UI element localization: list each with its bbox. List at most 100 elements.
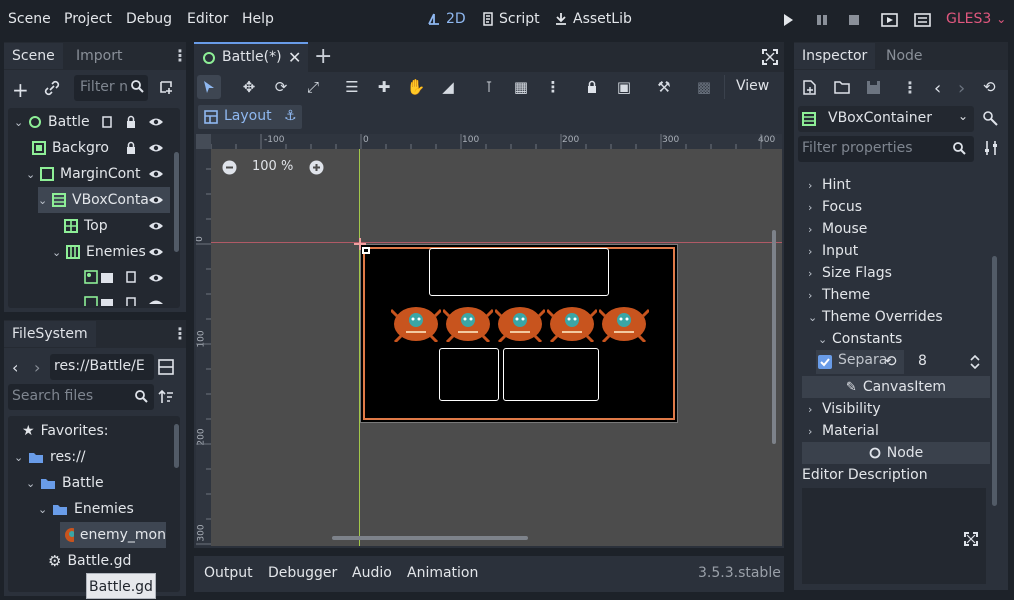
layout-button[interactable]: Layout ⚓ [198, 105, 302, 129]
section-input[interactable]: › Input [808, 240, 858, 262]
tab-output[interactable]: Output [204, 565, 253, 581]
play-custom-scene-icon[interactable] [914, 12, 931, 28]
spinbox-arrows-icon[interactable] [970, 355, 980, 369]
camera-icon[interactable]: ▩ [692, 75, 716, 99]
tab-node[interactable]: Node [878, 43, 931, 69]
node-config-icon[interactable] [982, 110, 998, 126]
viewport-horizontal-scrollbar[interactable] [332, 536, 528, 540]
visibility-eye-icon[interactable] [148, 271, 164, 285]
split-view-icon[interactable] [158, 359, 174, 375]
grid-snap-icon[interactable]: ▦ [509, 75, 533, 99]
select-mode-icon[interactable] [197, 75, 221, 99]
folder-enemies[interactable]: ⌄ Enemies [38, 496, 134, 522]
file-battle-gd[interactable]: ⚙ Battle.gd [48, 548, 131, 574]
list-select-icon[interactable]: ☰ [340, 75, 364, 99]
section-focus[interactable]: › Focus [808, 196, 862, 218]
history-forward-icon[interactable]: › [958, 78, 965, 99]
expand-icon[interactable] [964, 532, 978, 546]
favorites-item[interactable]: ★ Favorites: [22, 418, 109, 444]
tree-node-margincontainer[interactable]: ⌄ MarginCont [26, 161, 141, 187]
sprite-node-icon[interactable] [84, 296, 98, 306]
section-theme-overrides[interactable]: ⌄ Theme Overrides [808, 306, 943, 328]
snap-options-icon[interactable]: ⋮ [541, 75, 565, 99]
tab-scene[interactable]: Scene [4, 43, 63, 69]
menu-project[interactable]: Project [64, 11, 112, 27]
visibility-eye-icon[interactable] [148, 193, 164, 207]
canvasitem-category[interactable]: ✎ CanvasItem [802, 376, 990, 398]
zoom-in-icon[interactable] [309, 160, 324, 175]
section-size-flags[interactable]: › Size Flags [808, 262, 892, 284]
instance-scene-icon[interactable] [158, 79, 174, 95]
ruler-icon[interactable]: ◢ [436, 75, 460, 99]
section-theme[interactable]: › Theme [808, 284, 870, 306]
folder-res[interactable]: ⌄ res:// [14, 444, 86, 470]
filesystem-menu-icon[interactable]: ⋮ [172, 324, 188, 343]
back-arrow-icon[interactable]: ‹ [12, 358, 18, 377]
forward-arrow-icon[interactable]: › [34, 358, 40, 377]
rotate-mode-icon[interactable]: ⟳ [269, 75, 293, 99]
menu-scene[interactable]: Scene [8, 11, 51, 27]
filter-settings-icon[interactable] [984, 140, 998, 156]
lock-icon[interactable] [580, 75, 604, 99]
script-icon[interactable] [124, 296, 138, 306]
visibility-eye-icon[interactable] [148, 167, 164, 181]
sprite-node-icon[interactable] [84, 270, 98, 284]
workspace-assetlib-button[interactable]: AssetLib [554, 11, 632, 27]
search-files-input[interactable]: Search files [8, 384, 154, 410]
visibility-eye-icon[interactable] [148, 245, 164, 259]
tree-node-enemies[interactable]: ⌄ Enemies [52, 239, 146, 265]
tab-inspector[interactable]: Inspector [794, 43, 876, 69]
instance-icon[interactable] [100, 270, 114, 284]
sort-icon[interactable] [158, 389, 174, 405]
tree-node-background[interactable]: Backgro [32, 135, 109, 161]
visibility-eye-icon[interactable] [148, 141, 164, 155]
scene-dock-menu-icon[interactable]: ⋮ [172, 46, 188, 65]
pan-hand-icon[interactable]: ✋ [404, 75, 428, 99]
section-mouse[interactable]: › Mouse [808, 218, 867, 240]
workspace-2d-button[interactable]: 2D [427, 11, 466, 27]
add-node-icon[interactable]: + [12, 78, 29, 102]
close-icon[interactable]: ✕ [288, 48, 301, 67]
stop-icon[interactable] [847, 13, 861, 27]
inspector-menu-icon[interactable]: ⋮ [902, 78, 918, 97]
history-icon[interactable]: ⟲ [983, 78, 996, 96]
open-folder-icon[interactable] [834, 80, 850, 95]
menu-debug[interactable]: Debug [126, 11, 172, 27]
scene-tab-battle[interactable]: Battle(*) ✕ [194, 42, 308, 72]
add-tab-icon[interactable]: + [314, 44, 332, 69]
revert-icon[interactable]: ⟲ [884, 352, 897, 370]
pause-icon[interactable] [815, 13, 829, 27]
inspector-scrollbar[interactable] [992, 256, 997, 506]
scale-mode-icon[interactable]: ⤢ [301, 75, 325, 99]
new-resource-icon[interactable] [802, 80, 817, 95]
tab-animation[interactable]: Animation [407, 565, 478, 581]
visibility-eye-icon[interactable] [148, 115, 164, 129]
node-type-selector[interactable]: VBoxContainer ⌄ [798, 106, 974, 132]
instance-icon[interactable] [100, 296, 114, 306]
canvas-viewport[interactable]: -100 0 100 200 300 400 0 100 200 300 100… [196, 134, 782, 546]
script-icon[interactable] [100, 115, 114, 129]
folder-battle[interactable]: ⌄ Battle [26, 470, 104, 496]
menu-help[interactable]: Help [242, 11, 274, 27]
workspace-script-button[interactable]: Script [481, 11, 540, 27]
tab-import[interactable]: Import [68, 43, 130, 69]
editor-description-field[interactable] [802, 488, 986, 584]
menu-editor[interactable]: Editor [187, 11, 228, 27]
pivot-icon[interactable]: ✚ [372, 75, 396, 99]
view-menu-button[interactable]: View [736, 78, 769, 94]
visibility-eye-icon[interactable] [148, 219, 164, 233]
viewport-vertical-scrollbar[interactable] [772, 230, 776, 444]
play-icon[interactable] [781, 13, 795, 27]
scene-tree-scrollbar[interactable] [174, 152, 179, 252]
separation-spinbox[interactable]: 8 [904, 350, 986, 374]
visibility-eye-icon[interactable] [148, 297, 164, 306]
separation-checkbox[interactable] [818, 355, 832, 369]
smart-snap-icon[interactable]: ⊺ [477, 75, 501, 99]
section-material[interactable]: › Material [808, 420, 879, 442]
tab-debugger[interactable]: Debugger [268, 565, 337, 581]
renderer-dropdown[interactable]: GLES3 ⌄ [946, 11, 1006, 27]
script-icon[interactable] [124, 270, 138, 284]
link-icon[interactable] [44, 80, 60, 96]
section-visibility[interactable]: › Visibility [808, 398, 881, 420]
file-enemy-monster[interactable]: enemy_mon [60, 522, 166, 548]
